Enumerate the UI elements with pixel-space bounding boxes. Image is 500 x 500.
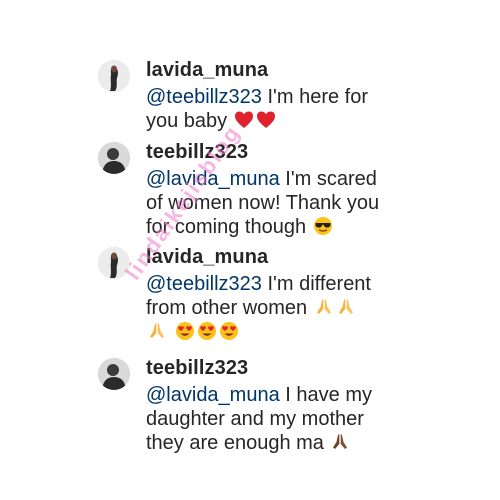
comment-text: @teebillz323 I'm here for you baby — [146, 85, 486, 133]
comment-text-part: I'm scared — [279, 168, 377, 190]
heart-eyes-face-icon — [197, 321, 217, 341]
heart-eyes-face-icon — [175, 321, 195, 341]
comment-text-part: I have my — [279, 384, 372, 406]
comment-username[interactable]: teebillz323 — [146, 356, 248, 380]
folded-hands-icon — [314, 297, 334, 317]
avatar[interactable] — [98, 142, 130, 174]
comment-username[interactable]: teebillz323 — [146, 140, 248, 164]
comment-text: @lavida_muna I have my daughter and my m… — [146, 383, 486, 455]
avatar-photo-icon — [98, 142, 130, 174]
comment-text-part: for coming though — [146, 216, 307, 238]
avatar[interactable] — [98, 358, 130, 390]
mention-link[interactable]: @lavida_muna — [146, 384, 280, 406]
folded-hands-icon — [336, 297, 356, 317]
comment-text-part: of women now! Thank you — [146, 192, 380, 214]
comment-text: @teebillz323 I'm different from other wo… — [146, 272, 486, 344]
comment-text-part: you baby — [146, 110, 228, 132]
comment-text-part: I'm different — [261, 273, 371, 295]
folded-hands-dark-icon — [330, 432, 350, 452]
folded-hands-icon — [147, 321, 167, 341]
mention-link[interactable]: @lavida_muna — [146, 168, 280, 190]
avatar[interactable] — [98, 247, 130, 279]
comment-username[interactable]: lavida_muna — [146, 245, 268, 269]
mention-link[interactable]: @teebillz323 — [146, 273, 262, 295]
mention-link[interactable]: @teebillz323 — [146, 86, 262, 108]
comment-thread: lavida_muna @teebillz323 I'm here for yo… — [0, 0, 500, 500]
red-heart-icon — [234, 110, 254, 130]
comment-username[interactable]: lavida_muna — [146, 58, 268, 82]
comment-text-part: they are enough ma — [146, 432, 324, 454]
avatar[interactable] — [98, 60, 130, 92]
heart-eyes-face-icon — [219, 321, 239, 341]
sunglasses-face-icon — [313, 216, 333, 236]
comment-text-part: from other women — [146, 297, 308, 319]
avatar-photo-icon — [98, 247, 130, 279]
comment-text: @lavida_muna I'm scared of women now! Th… — [146, 167, 486, 239]
avatar-photo-icon — [98, 60, 130, 92]
comment-text-part: I'm here for — [261, 86, 369, 108]
red-heart-icon — [256, 110, 276, 130]
comment-text-part: daughter and my mother — [146, 408, 364, 430]
avatar-photo-icon — [98, 358, 130, 390]
